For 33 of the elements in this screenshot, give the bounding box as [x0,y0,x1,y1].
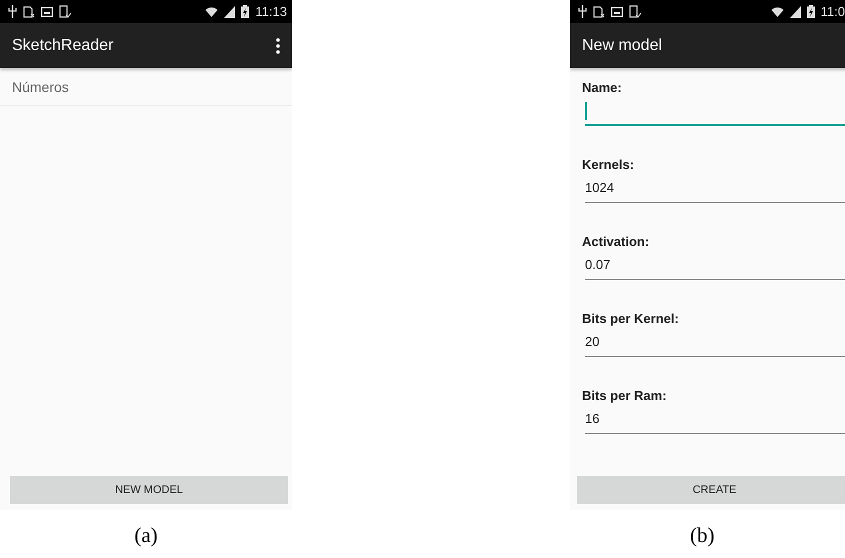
clock: 11:0 [820,4,845,19]
field-label: Bits per Ram: [582,388,667,404]
battery-icon [241,5,250,18]
new-model-button[interactable]: NEW MODEL [10,476,288,504]
figure-caption: (b) [690,523,714,548]
sim-card-icon [593,6,605,18]
field-label: Name: [582,80,622,96]
signal-icon [224,6,236,18]
field-label: Kernels: [582,157,634,173]
sim-card-icon [23,6,35,18]
input-field[interactable]: 20 [585,327,845,357]
field-label: Activation: [582,234,650,250]
usb-icon [578,5,587,18]
figure-caption: (a) [134,523,158,548]
input-field[interactable]: 16 [585,404,845,434]
app-title: New model [582,36,664,54]
list-item[interactable]: Números [0,68,292,106]
app-title: SketchReader [12,36,114,54]
image-icon [41,6,53,16]
input-field[interactable]: 0.07 [585,250,845,280]
wifi-icon [205,6,218,18]
create-button[interactable]: CREATE [577,476,845,504]
field-label: Bits per Kernel: [582,311,679,327]
phone-check-icon [629,5,641,18]
signal-icon [790,6,801,18]
wifi-icon [770,6,784,18]
overflow-menu-icon[interactable] [276,38,280,54]
clock: 11:13 [255,4,287,19]
usb-icon [8,5,17,18]
battery-icon [806,5,815,18]
image-icon [611,6,623,16]
input-field[interactable]: 1024 [585,173,845,203]
phone-check-icon [59,5,71,18]
